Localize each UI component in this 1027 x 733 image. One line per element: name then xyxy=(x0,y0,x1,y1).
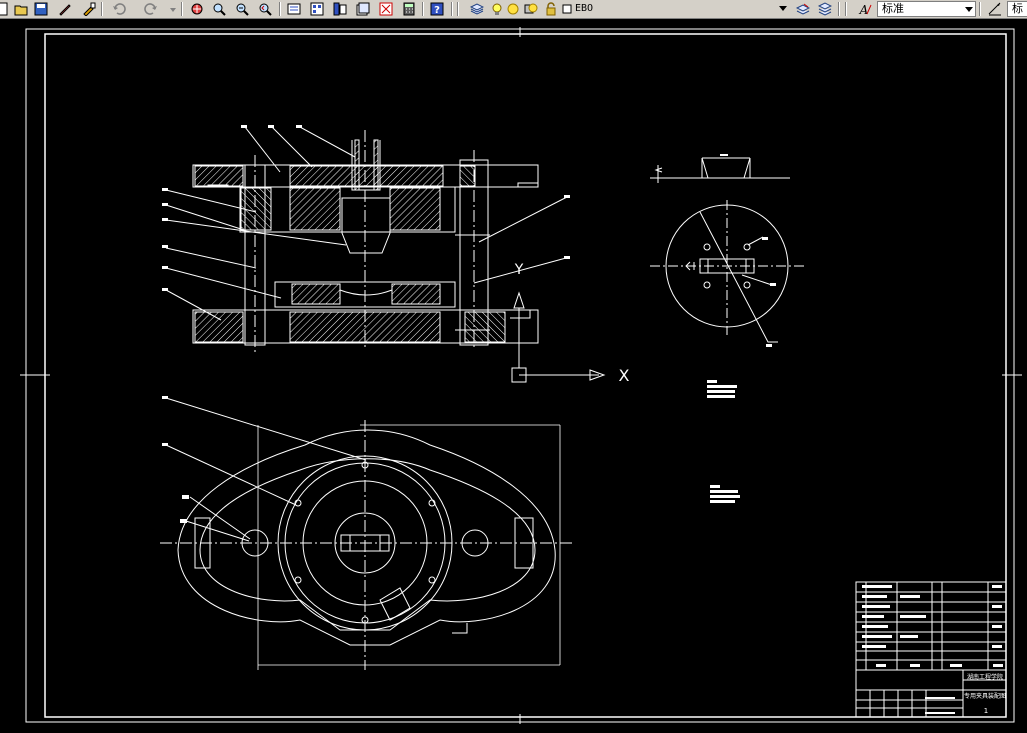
help-icon[interactable]: ? xyxy=(428,0,446,18)
toolbar-separator xyxy=(451,2,453,16)
make-layer-current-icon[interactable] xyxy=(794,0,812,18)
properties-icon[interactable] xyxy=(285,0,303,18)
toolbar-separator xyxy=(422,2,424,16)
new-file-icon[interactable] xyxy=(0,0,12,18)
redo-icon[interactable] xyxy=(142,0,160,18)
toolbar-separator xyxy=(279,2,281,16)
text-style-dropdown[interactable]: 标准 xyxy=(877,1,976,17)
sheet-set-icon[interactable] xyxy=(354,0,372,18)
undo-icon[interactable] xyxy=(110,0,128,18)
standard-toolbar: ? EBO A 标准 标 xyxy=(0,0,1027,19)
layer-lock-icon[interactable] xyxy=(545,0,557,18)
dimension-style-dropdown[interactable]: 标 xyxy=(1007,1,1027,17)
zoom-realtime-icon[interactable] xyxy=(210,0,228,18)
title-block-drawing-title: 专用夹具装配图 xyxy=(964,692,1006,700)
layer-on-bulb-icon[interactable] xyxy=(491,0,503,18)
dimension-style-value: 标 xyxy=(1012,2,1023,15)
match-properties-icon[interactable] xyxy=(56,0,74,18)
toolbar-separator xyxy=(181,2,183,16)
design-center-icon[interactable] xyxy=(308,0,326,18)
toolbar-separator xyxy=(979,2,981,16)
chevron-down-icon xyxy=(779,6,787,11)
layer-properties-icon[interactable] xyxy=(468,0,486,18)
redo-dropdown-icon[interactable] xyxy=(168,0,178,18)
save-icon[interactable] xyxy=(32,0,50,18)
layer-thaw-sun-icon[interactable] xyxy=(507,0,519,18)
svg-text:?: ? xyxy=(434,5,440,16)
layer-previous-icon[interactable] xyxy=(816,0,834,18)
layer-name-text: EBO xyxy=(575,3,594,14)
layer-dropdown[interactable]: EBO xyxy=(575,1,789,17)
text-style-icon[interactable]: A xyxy=(856,0,874,18)
toolbar-separator xyxy=(457,2,459,16)
toolbar-separator xyxy=(838,2,840,16)
title-block-sheet-number: 1 xyxy=(984,707,988,715)
zoom-window-icon[interactable] xyxy=(233,0,251,18)
ucs-y-label: Y xyxy=(514,262,524,278)
pan-realtime-icon[interactable] xyxy=(188,0,206,18)
zoom-previous-icon[interactable] xyxy=(256,0,274,18)
title-block-school: 湖南工程学院 xyxy=(967,673,1003,681)
toolbar-separator xyxy=(101,2,103,16)
layer-viewport-icon[interactable] xyxy=(524,0,538,18)
ucs-x-label: X xyxy=(619,366,630,385)
layer-color-swatch-icon[interactable] xyxy=(561,0,573,18)
markup-icon[interactable] xyxy=(377,0,395,18)
drawing-canvas[interactable]: Y X 湖南工程学院 专用夹具装配图 1 xyxy=(0,19,1027,733)
brush-icon[interactable] xyxy=(80,0,98,18)
dimension-style-icon[interactable] xyxy=(986,0,1004,18)
tool-palettes-icon[interactable] xyxy=(331,0,349,18)
toolbar-separator xyxy=(845,2,847,16)
chevron-down-icon xyxy=(965,7,973,12)
open-file-icon[interactable] xyxy=(12,0,30,18)
text-style-value: 标准 xyxy=(882,2,904,15)
calculator-icon[interactable] xyxy=(400,0,418,18)
